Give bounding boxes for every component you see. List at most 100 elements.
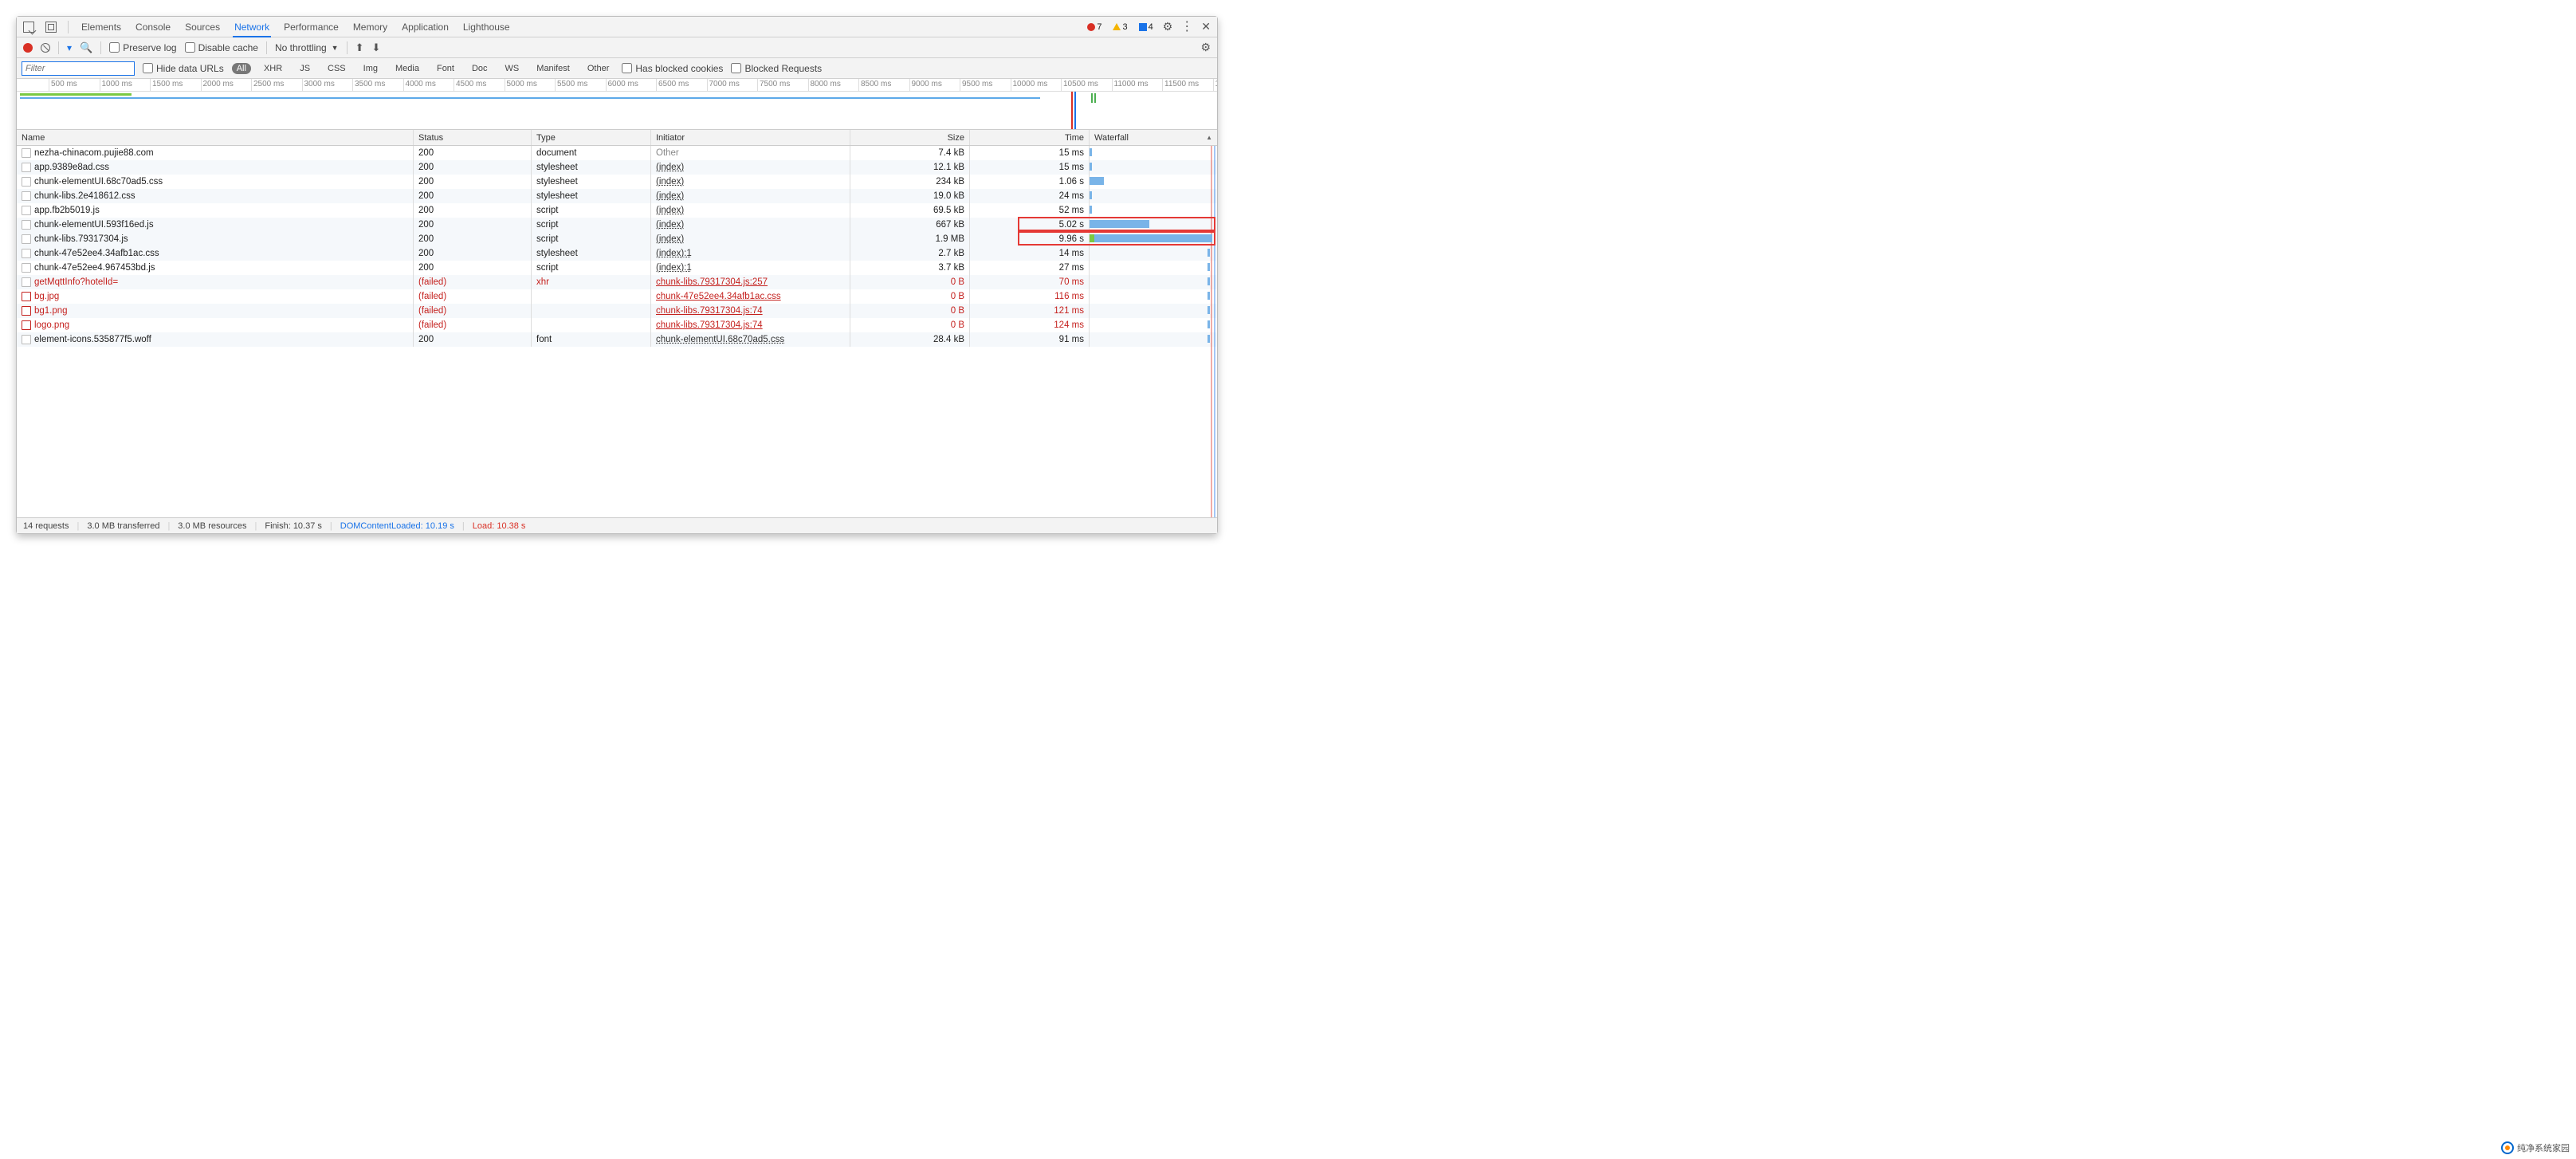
request-initiator[interactable]: (index) [651,203,850,218]
tab-network[interactable]: Network [233,17,271,37]
tab-performance[interactable]: Performance [282,17,340,37]
timeline-tick: 7500 ms [757,79,790,92]
timeline-tick: 9000 ms [909,79,942,92]
file-icon [22,163,31,172]
request-initiator[interactable]: (index) [651,160,850,175]
table-row[interactable]: chunk-47e52ee4.34afb1ac.css200stylesheet… [17,246,1217,261]
request-size: 667 kB [850,218,970,232]
request-initiator[interactable]: Other [651,146,850,160]
request-initiator[interactable]: chunk-libs.79317304.js:74 [651,318,850,332]
divider [68,21,69,33]
request-initiator[interactable]: chunk-elementUI.68c70ad5.css [651,332,850,347]
inspect-icon[interactable] [23,22,34,33]
request-initiator[interactable]: (index):1 [651,261,850,275]
hide-data-urls-checkbox[interactable]: Hide data URLs [143,63,224,74]
table-row[interactable]: app.9389e8ad.css200stylesheet(index)12.1… [17,160,1217,175]
request-waterfall [1090,232,1217,246]
table-row[interactable]: chunk-libs.2e418612.css200stylesheet(ind… [17,189,1217,203]
download-har-icon[interactable]: ⬇ [372,41,381,54]
request-name: logo.png [34,320,69,330]
disable-cache-checkbox[interactable]: Disable cache [185,42,258,53]
table-row[interactable]: chunk-47e52ee4.967453bd.js200script(inde… [17,261,1217,275]
errors-badge[interactable]: 7 [1086,22,1103,32]
table-row[interactable]: nezha-chinacom.pujie88.com200documentOth… [17,146,1217,160]
upload-har-icon[interactable]: ⬆ [355,41,364,54]
col-status[interactable]: Status [414,130,532,145]
info-badge[interactable]: 4 [1137,22,1155,32]
request-initiator[interactable]: chunk-libs.79317304.js:257 [651,275,850,289]
request-waterfall [1090,304,1217,318]
more-icon[interactable]: ⋮ [1180,21,1193,33]
preserve-log-checkbox[interactable]: Preserve log [109,42,176,53]
request-initiator[interactable]: (index) [651,232,850,246]
throttling-dropdown[interactable]: No throttling▼ [275,42,339,53]
request-type: script [532,261,651,275]
blocked-cookies-checkbox[interactable]: Has blocked cookies [622,63,723,74]
tab-sources[interactable]: Sources [183,17,222,37]
request-name: element-icons.535877f5.woff [34,335,151,344]
divider [347,41,348,54]
filter-xhr[interactable]: XHR [259,63,287,74]
request-initiator[interactable]: chunk-47e52ee4.34afb1ac.css [651,289,850,304]
timeline-overview[interactable]: 500 ms1000 ms1500 ms2000 ms2500 ms3000 m… [17,79,1217,130]
request-name: getMqttInfo?hotelId= [34,277,118,287]
tab-lighthouse[interactable]: Lighthouse [461,17,512,37]
tab-memory[interactable]: Memory [351,17,389,37]
file-icon [22,249,31,258]
col-initiator[interactable]: Initiator [651,130,850,145]
file-icon [22,263,31,273]
col-waterfall[interactable]: Waterfall [1090,130,1217,145]
filter-manifest[interactable]: Manifest [532,63,575,74]
filter-js[interactable]: JS [295,63,315,74]
search-icon[interactable]: 🔍 [80,41,92,54]
table-row[interactable]: chunk-elementUI.68c70ad5.css200styleshee… [17,175,1217,189]
table-row[interactable]: bg.jpg(failed)chunk-47e52ee4.34afb1ac.cs… [17,289,1217,304]
col-name[interactable]: Name [17,130,414,145]
warnings-badge[interactable]: 3 [1111,22,1129,32]
request-initiator[interactable]: (index) [651,218,850,232]
col-size[interactable]: Size [850,130,970,145]
record-button[interactable] [23,43,33,53]
request-initiator[interactable]: chunk-libs.79317304.js:74 [651,304,850,318]
filter-font[interactable]: Font [432,63,459,74]
finish-time: Finish: 10.37 s [265,521,322,531]
tab-application[interactable]: Application [400,17,450,37]
clear-button[interactable] [41,43,50,53]
tab-elements[interactable]: Elements [80,17,123,37]
table-row[interactable]: chunk-elementUI.593f16ed.js200script(ind… [17,218,1217,232]
table-row[interactable]: chunk-libs.79317304.js200script(index)1.… [17,232,1217,246]
tab-console[interactable]: Console [134,17,172,37]
filter-doc[interactable]: Doc [467,63,493,74]
filter-media[interactable]: Media [391,63,424,74]
table-row[interactable]: getMqttInfo?hotelId=(failed)xhrchunk-lib… [17,275,1217,289]
table-row[interactable]: app.fb2b5019.js200script(index)69.5 kB52… [17,203,1217,218]
filter-other[interactable]: Other [583,63,615,74]
request-initiator[interactable]: (index):1 [651,246,850,261]
request-size: 12.1 kB [850,160,970,175]
filter-toggle-icon[interactable]: ▾ [67,42,72,53]
request-time: 91 ms [970,332,1090,347]
table-row[interactable]: logo.png(failed)chunk-libs.79317304.js:7… [17,318,1217,332]
request-initiator[interactable]: (index) [651,175,850,189]
timeline-tick: 10000 ms [1011,79,1048,92]
request-status: 200 [414,189,532,203]
close-icon[interactable]: ✕ [1201,20,1211,33]
filter-css[interactable]: CSS [323,63,351,74]
filter-input[interactable] [22,61,135,76]
blocked-requests-checkbox[interactable]: Blocked Requests [731,63,822,74]
table-row[interactable]: bg1.png(failed)chunk-libs.79317304.js:74… [17,304,1217,318]
filter-img[interactable]: Img [359,63,383,74]
device-toggle-icon[interactable] [45,22,57,33]
filter-all[interactable]: All [232,63,251,74]
request-type: script [532,218,651,232]
table-row[interactable]: element-icons.535877f5.woff200fontchunk-… [17,332,1217,347]
filter-ws[interactable]: WS [501,63,524,74]
request-waterfall [1090,332,1217,347]
settings-icon[interactable]: ⚙ [1163,20,1173,33]
col-type[interactable]: Type [532,130,651,145]
network-settings-icon[interactable]: ⚙ [1200,41,1211,54]
request-time: 1.06 s [970,175,1090,189]
request-initiator[interactable]: (index) [651,189,850,203]
col-time[interactable]: Time [970,130,1090,145]
request-waterfall [1090,160,1217,175]
